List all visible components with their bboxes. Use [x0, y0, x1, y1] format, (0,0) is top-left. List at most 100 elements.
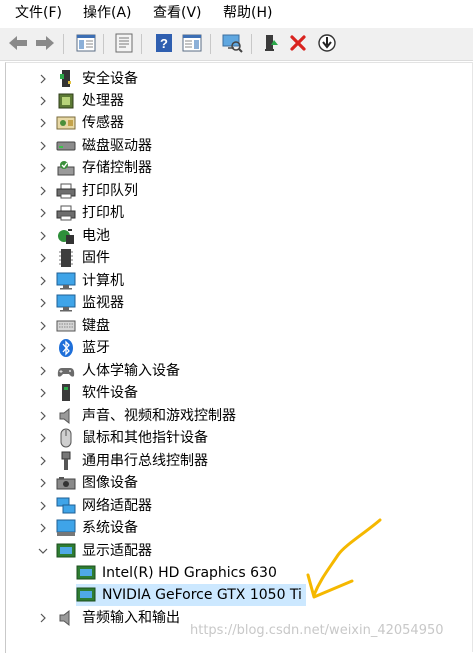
tree-item-label: 计算机 [82, 273, 124, 289]
uninstall-device-icon[interactable] [287, 32, 309, 54]
menu-bar: 文件(F) 操作(A) 查看(V) 帮助(H) [0, 0, 473, 28]
chevron-right-icon[interactable] [38, 253, 48, 263]
device-tree: 安全设备 处理器 传感器 磁盘驱动器 存储控制器 打印队列 打印机 电池 固件 … [5, 62, 473, 653]
tree-item-storage-controllers[interactable]: 存储控制器 [38, 157, 152, 179]
tree-item-label: 固件 [82, 250, 110, 266]
device-nvidia-gtx-1050-ti[interactable]: NVIDIA GeForce GTX 1050 Ti [76, 584, 306, 606]
chevron-right-icon[interactable] [38, 163, 48, 173]
firmware-icon [56, 248, 76, 268]
tree-item-label: 打印机 [82, 205, 124, 221]
menu-action[interactable]: 操作(A) [83, 4, 132, 22]
menu-view[interactable]: 查看(V) [153, 4, 202, 22]
svg-text:?: ? [160, 36, 168, 51]
tree-item-bluetooth[interactable]: 蓝牙 [38, 337, 110, 359]
tree-item-imaging-devices[interactable]: 图像设备 [38, 472, 138, 494]
tree-item-sensors[interactable]: 传感器 [38, 112, 124, 134]
chevron-right-icon[interactable] [38, 433, 48, 443]
tree-item-keyboards[interactable]: 键盘 [38, 315, 110, 337]
monitor-icon [56, 293, 76, 313]
device-label: NVIDIA GeForce GTX 1050 Ti [102, 587, 302, 603]
chevron-right-icon[interactable] [38, 118, 48, 128]
tree-item-system-devices[interactable]: 系统设备 [38, 517, 138, 539]
tree-item-computer[interactable]: 计算机 [38, 270, 124, 292]
tree-item-sound-video-game[interactable]: 声音、视频和游戏控制器 [38, 405, 236, 427]
chevron-right-icon[interactable] [38, 276, 48, 286]
tree-item-label: 通用串行总线控制器 [82, 453, 208, 469]
bluetooth-icon [56, 338, 76, 358]
tree-item-audio-inputs-outputs[interactable]: 音频输入和输出 [38, 607, 180, 629]
tree-item-usb-controllers[interactable]: 通用串行总线控制器 [38, 450, 208, 472]
forward-icon[interactable] [34, 32, 56, 54]
camera-icon [56, 473, 76, 493]
chevron-right-icon[interactable] [38, 456, 48, 466]
tree-item-label: 安全设备 [82, 71, 138, 87]
tree-item-print-queues[interactable]: 打印队列 [38, 180, 138, 202]
disk-drive-icon [56, 136, 76, 156]
menu-help[interactable]: 帮助(H) [223, 4, 272, 22]
watermark: https://blog.csdn.net/weixin_42054950 [190, 623, 444, 638]
chevron-right-icon[interactable] [38, 208, 48, 218]
menu-file[interactable]: 文件(F) [15, 4, 62, 22]
chevron-right-icon[interactable] [38, 388, 48, 398]
chevron-right-icon[interactable] [38, 501, 48, 511]
tree-item-disk-drives[interactable]: 磁盘驱动器 [38, 135, 152, 157]
tree-item-label: 打印队列 [82, 183, 138, 199]
device-intel-hd-630[interactable]: Intel(R) HD Graphics 630 [76, 562, 283, 584]
tree-item-monitors[interactable]: 监视器 [38, 292, 124, 314]
tree-item-label: 磁盘驱动器 [82, 138, 152, 154]
tree-item-label: 鼠标和其他指针设备 [82, 430, 208, 446]
chevron-right-icon[interactable] [38, 343, 48, 353]
update-driver-icon[interactable] [316, 32, 338, 54]
tree-item-software-devices[interactable]: 软件设备 [38, 382, 138, 404]
tree-item-processors[interactable]: 处理器 [38, 90, 124, 112]
enable-device-icon[interactable] [259, 32, 281, 54]
tree-item-label: 图像设备 [82, 475, 138, 491]
chevron-right-icon[interactable] [38, 231, 48, 241]
chevron-right-icon[interactable] [38, 74, 48, 84]
tree-item-batteries[interactable]: 电池 [38, 225, 110, 247]
chevron-right-icon[interactable] [38, 523, 48, 533]
tree-item-firmware[interactable]: 固件 [38, 247, 110, 269]
chevron-right-icon[interactable] [38, 613, 48, 623]
sensor-icon [56, 113, 76, 133]
tree-item-label: 处理器 [82, 93, 124, 109]
tree-item-printers[interactable]: 打印机 [38, 202, 124, 224]
tree-item-label: 音频输入和输出 [82, 610, 180, 626]
processor-icon [56, 91, 76, 111]
display-adapter-icon [76, 585, 96, 605]
tree-item-mice[interactable]: 鼠标和其他指针设备 [38, 427, 208, 449]
chevron-right-icon[interactable] [38, 186, 48, 196]
mouse-icon [56, 428, 76, 448]
chevron-right-icon[interactable] [38, 96, 48, 106]
chevron-right-icon[interactable] [38, 298, 48, 308]
chevron-right-icon[interactable] [38, 478, 48, 488]
device-label: Intel(R) HD Graphics 630 [102, 565, 277, 581]
back-icon[interactable] [7, 32, 29, 54]
properties-icon[interactable] [113, 32, 135, 54]
tree-item-label: 键盘 [82, 318, 110, 334]
computer-icon [56, 271, 76, 291]
scan-hardware-icon[interactable] [221, 32, 243, 54]
tree-item-label: 显示适配器 [82, 543, 152, 559]
chevron-right-icon[interactable] [38, 141, 48, 151]
help-icon[interactable]: ? [153, 32, 175, 54]
tree-item-label: 系统设备 [82, 520, 138, 536]
usb-icon [56, 451, 76, 471]
chevron-right-icon[interactable] [38, 411, 48, 421]
network-adapter-icon [56, 496, 76, 516]
chevron-down-icon[interactable] [38, 546, 48, 556]
tree-item-hid[interactable]: 人体学输入设备 [38, 360, 180, 382]
show-hide-tree-icon[interactable] [75, 32, 97, 54]
print-queue-icon [56, 181, 76, 201]
tree-item-display-adapters[interactable]: 显示适配器 [38, 540, 152, 562]
storage-controller-icon [56, 158, 76, 178]
tree-item-label: 蓝牙 [82, 340, 110, 356]
battery-icon [56, 226, 76, 246]
tree-item-label: 传感器 [82, 115, 124, 131]
action-pane-icon[interactable] [181, 32, 203, 54]
chevron-right-icon[interactable] [38, 321, 48, 331]
chevron-right-icon[interactable] [38, 366, 48, 376]
tree-item-label: 存储控制器 [82, 160, 152, 176]
tree-item-security-devices[interactable]: 安全设备 [38, 68, 138, 90]
tree-item-network-adapters[interactable]: 网络适配器 [38, 495, 152, 517]
